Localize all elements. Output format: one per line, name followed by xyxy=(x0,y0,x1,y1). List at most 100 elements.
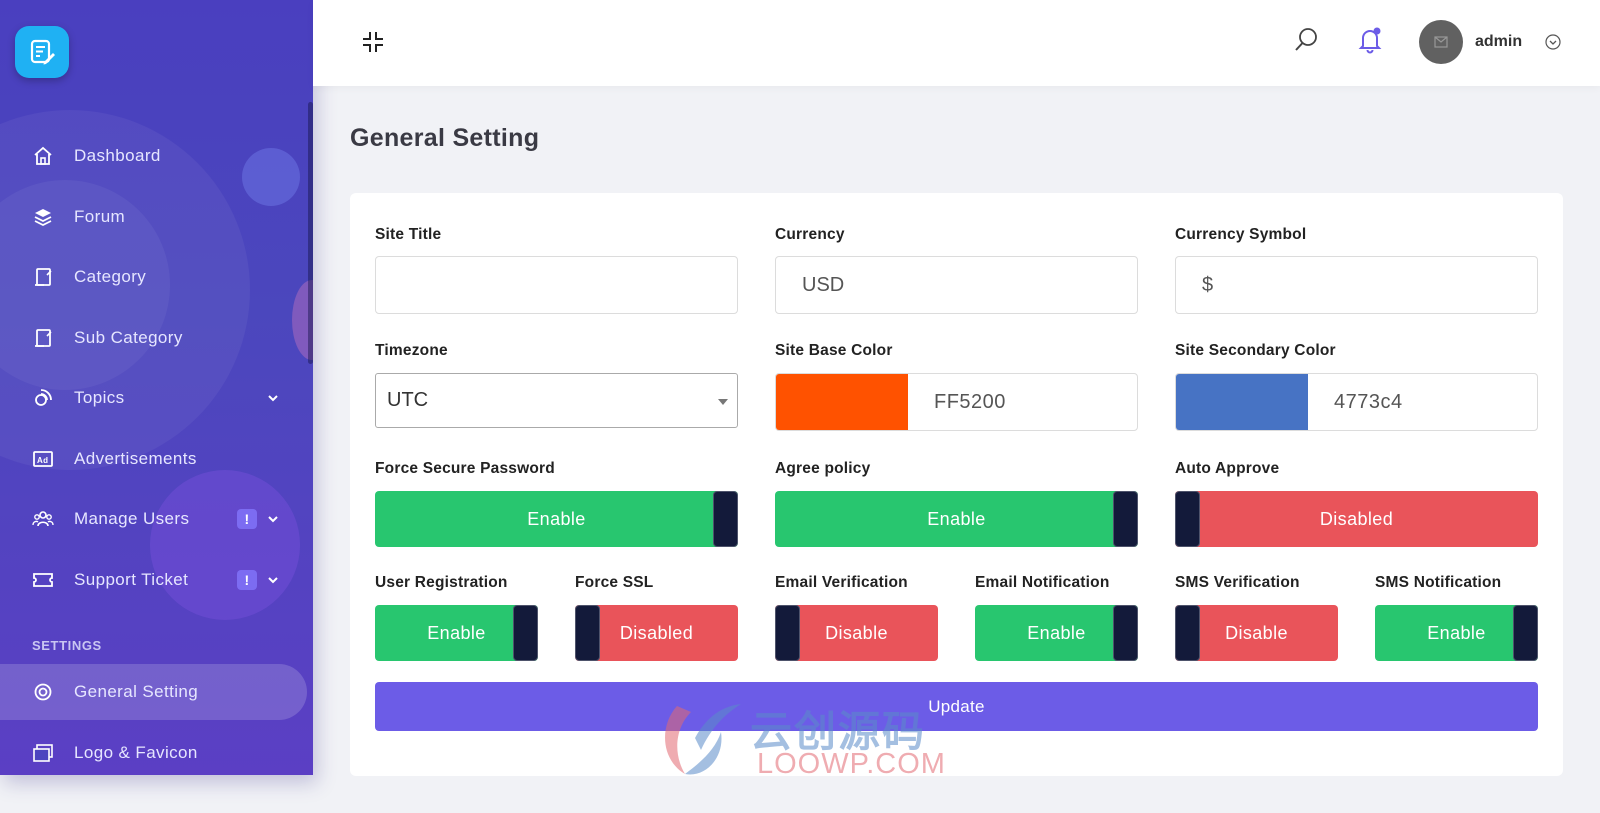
toggle-state-label: Disable xyxy=(1225,622,1288,643)
username-label[interactable]: admin xyxy=(1475,33,1522,51)
sidebar-item-topics[interactable]: Topics xyxy=(0,368,313,429)
sidebar-item-advertisements[interactable]: Ad Advertisements xyxy=(0,429,313,490)
sidebar-item-support-ticket[interactable]: Support Ticket ! xyxy=(0,550,313,611)
home-icon xyxy=(32,145,54,167)
email-verification-toggle[interactable]: Disable xyxy=(775,605,938,661)
sidebar-item-forum[interactable]: Forum xyxy=(0,187,313,248)
settings-section-label: SETTINGS xyxy=(32,638,102,653)
toggle-state-label: Enable xyxy=(1027,622,1086,643)
sidebar-item-label: Dashboard xyxy=(74,146,161,166)
chevron-down-icon[interactable] xyxy=(267,513,279,525)
sms-notification-label: SMS Notification xyxy=(1375,574,1502,591)
toggle-state-label: Enable xyxy=(527,508,586,529)
timezone-select[interactable]: UTC xyxy=(375,373,738,428)
toggle-knob xyxy=(1175,491,1200,547)
secondary-color-hex: 4773c4 xyxy=(1334,391,1403,413)
auto-approve-toggle[interactable]: Disabled xyxy=(1175,491,1538,547)
toggle-knob xyxy=(1113,491,1138,547)
chevron-down-icon[interactable] xyxy=(267,574,279,586)
toggle-state-label: Disabled xyxy=(1319,508,1394,529)
app-logo[interactable] xyxy=(15,26,69,78)
settings-nav: General Setting Logo & Favicon xyxy=(0,664,313,775)
sidebar-item-category[interactable]: Category xyxy=(0,247,313,308)
site-title-label: Site Title xyxy=(375,226,442,243)
sidebar: Dashboard Forum Category Sub Category To… xyxy=(0,0,313,775)
site-secondary-color-label: Site Secondary Color xyxy=(1175,342,1336,359)
sidebar-item-label: Manage Users xyxy=(74,509,190,529)
chevron-down-icon[interactable] xyxy=(267,392,279,404)
image-icon xyxy=(32,742,54,764)
sidebar-item-label: Logo & Favicon xyxy=(74,743,198,762)
secondary-color-swatch[interactable] xyxy=(1176,374,1308,430)
email-notification-toggle[interactable]: Enable xyxy=(975,605,1138,661)
users-icon xyxy=(32,508,54,530)
email-notification-label: Email Notification xyxy=(975,574,1110,591)
toggle-state-label: Enable xyxy=(427,622,486,643)
sidebar-item-label: Category xyxy=(74,267,147,287)
user-registration-label: User Registration xyxy=(375,574,508,591)
top-header: admin xyxy=(313,0,1600,86)
site-base-color-label: Site Base Color xyxy=(775,342,893,359)
base-color-swatch[interactable] xyxy=(776,374,908,430)
ad-icon: Ad xyxy=(32,448,54,470)
currency-input[interactable] xyxy=(775,256,1138,314)
sidebar-item-label: Support Ticket xyxy=(74,569,189,589)
sidebar-item-dashboard[interactable]: Dashboard xyxy=(0,126,313,187)
avatar-placeholder-icon xyxy=(1434,36,1448,48)
agree-policy-toggle[interactable]: Enable xyxy=(775,491,1138,547)
site-title-input[interactable] xyxy=(375,256,738,314)
toggle-knob xyxy=(1113,605,1138,661)
bell-icon[interactable] xyxy=(1357,26,1383,54)
page-title: General Setting xyxy=(350,124,540,152)
toggle-knob xyxy=(713,491,738,547)
sidebar-item-manage-users[interactable]: Manage Users ! xyxy=(0,489,313,550)
currency-symbol-input[interactable] xyxy=(1175,256,1538,314)
timezone-selected-value: UTC xyxy=(387,389,429,411)
currency-label: Currency xyxy=(775,226,845,243)
toggle-knob xyxy=(775,605,800,661)
sidebar-item-label: General Setting xyxy=(74,682,199,701)
site-base-color-picker[interactable]: FF5200 xyxy=(775,373,1138,431)
compress-icon[interactable] xyxy=(361,30,385,54)
alert-badge: ! xyxy=(237,509,257,530)
force-secure-password-label: Force Secure Password xyxy=(375,460,555,477)
ticket-icon xyxy=(32,569,54,591)
sidebar-item-sub-category[interactable]: Sub Category xyxy=(0,308,313,369)
sms-verification-toggle[interactable]: Disable xyxy=(1175,605,1338,661)
sms-notification-toggle[interactable]: Enable xyxy=(1375,605,1538,661)
avatar[interactable] xyxy=(1419,20,1463,64)
force-secure-password-toggle[interactable]: Enable xyxy=(375,491,738,547)
toggle-knob xyxy=(513,605,538,661)
toggle-state-label: Disable xyxy=(825,622,888,643)
toggle-knob xyxy=(1175,605,1200,661)
sidebar-item-logo-favicon[interactable]: Logo & Favicon xyxy=(0,725,313,775)
search-icon[interactable] xyxy=(1293,27,1319,53)
base-color-hex: FF5200 xyxy=(934,391,1006,413)
toggle-state-label: Disabled xyxy=(619,622,694,643)
sidebar-item-label: Forum xyxy=(74,206,126,226)
toggle-knob xyxy=(1513,605,1538,661)
force-ssl-toggle[interactable]: Disabled xyxy=(575,605,738,661)
agree-policy-label: Agree policy xyxy=(775,460,871,477)
toggle-state-label: Enable xyxy=(1427,622,1486,643)
svg-text:Ad: Ad xyxy=(37,456,48,465)
gear-icon xyxy=(32,681,54,703)
sms-verification-label: SMS Verification xyxy=(1175,574,1300,591)
update-button[interactable]: Update xyxy=(375,682,1538,731)
force-ssl-label: Force SSL xyxy=(575,574,654,591)
sidebar-item-general-setting[interactable]: General Setting xyxy=(0,664,307,720)
topics-icon xyxy=(32,387,54,409)
site-secondary-color-picker[interactable]: 4773c4 xyxy=(1175,373,1538,431)
sidebar-item-label: Topics xyxy=(74,388,125,408)
document-edit-icon xyxy=(30,39,55,65)
email-verification-label: Email Verification xyxy=(775,574,908,591)
chevron-down-circle-icon[interactable] xyxy=(1545,34,1561,50)
currency-symbol-label: Currency Symbol xyxy=(1175,226,1307,243)
user-registration-toggle[interactable]: Enable xyxy=(375,605,538,661)
category-icon xyxy=(32,266,54,288)
toggle-state-label: Enable xyxy=(927,508,986,529)
alert-badge: ! xyxy=(237,569,257,590)
layers-icon xyxy=(32,206,54,228)
sidebar-nav: Dashboard Forum Category Sub Category To… xyxy=(0,126,313,610)
sub-category-icon xyxy=(32,327,54,349)
